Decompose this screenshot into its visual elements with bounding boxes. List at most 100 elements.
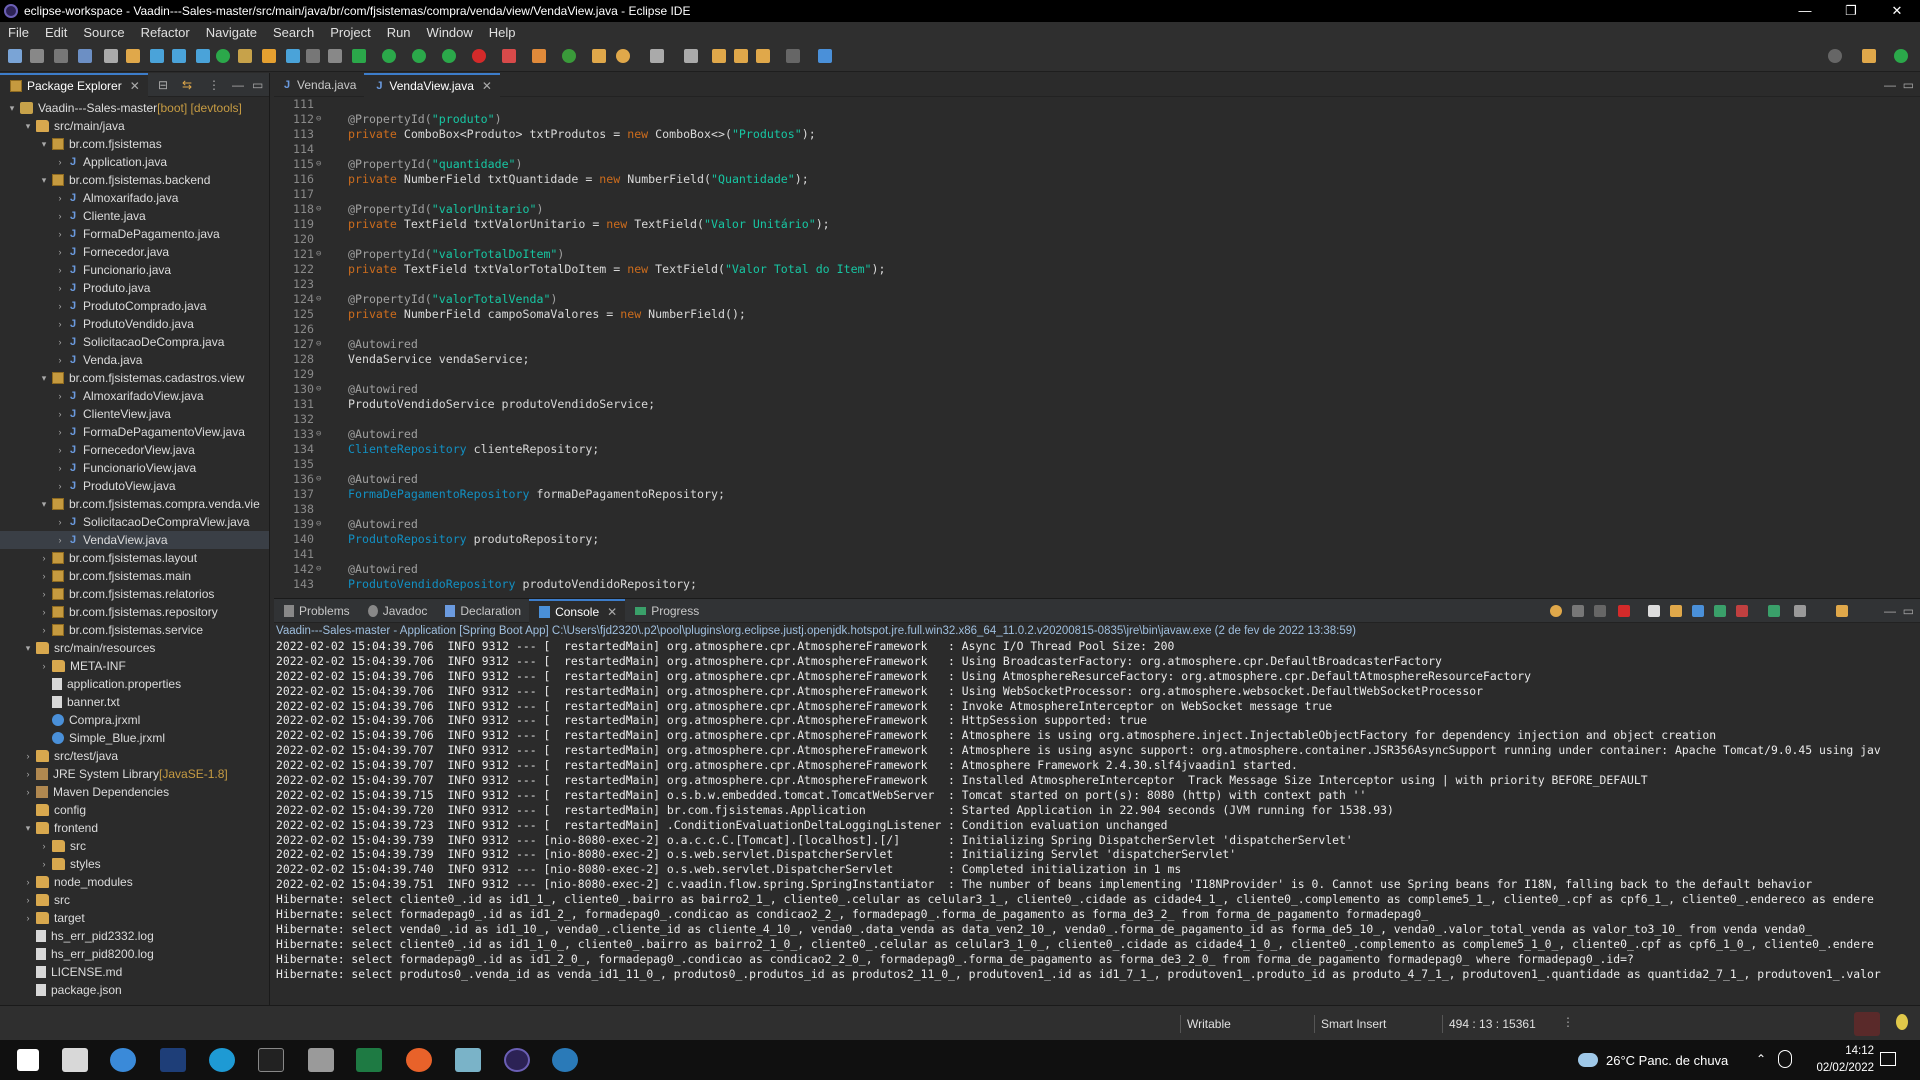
collapsed-icon[interactable]: › <box>54 405 66 423</box>
fold-toggle-icon[interactable]: ⊖ <box>316 472 326 487</box>
tree-item[interactable]: › src <box>0 837 269 855</box>
scroll-lock-icon[interactable] <box>1670 605 1682 617</box>
code-line[interactable]: 136 ⊖ @Autowired <box>274 472 1920 487</box>
collapsed-icon[interactable]: › <box>54 333 66 351</box>
tree-item[interactable]: ▾ br.com.fjsistemas.cadastros.view <box>0 369 269 387</box>
tree-item[interactable]: hs_err_pid8200.log <box>0 945 269 963</box>
collapsed-icon[interactable]: › <box>22 891 34 909</box>
code-line[interactable]: 114 <box>274 142 1920 157</box>
speaker-icon[interactable] <box>1778 1050 1792 1068</box>
close-icon[interactable]: ✕ <box>482 79 492 93</box>
file-explorer-icon[interactable] <box>62 1048 88 1072</box>
code-line[interactable]: 129 <box>274 367 1920 382</box>
tab-problems[interactable]: Problems <box>274 599 358 623</box>
view-menu-icon[interactable]: ⋮ <box>208 78 220 92</box>
collapsed-icon[interactable]: › <box>54 531 66 549</box>
close-button[interactable]: ✕ <box>1874 0 1920 22</box>
expanded-icon[interactable]: ▾ <box>38 135 50 153</box>
collapsed-icon[interactable]: › <box>54 459 66 477</box>
menu-file[interactable]: File <box>0 25 37 40</box>
show-whitespace-icon[interactable] <box>328 49 342 63</box>
menu-edit[interactable]: Edit <box>37 25 75 40</box>
refresh-icon[interactable] <box>1550 605 1562 617</box>
code-editor[interactable]: 111 112 ⊖ @PropertyId("produto") 113 private … <box>274 97 1920 597</box>
tree-item[interactable]: ▾ br.com.fjsistemas.backend <box>0 171 269 189</box>
collapsed-icon[interactable]: › <box>22 765 34 783</box>
collapsed-icon[interactable]: › <box>54 279 66 297</box>
tasks-icon[interactable] <box>238 49 252 63</box>
code-line[interactable]: 111 <box>274 97 1920 112</box>
fold-toggle-icon[interactable]: ⊖ <box>316 292 326 307</box>
collapsed-icon[interactable]: › <box>54 261 66 279</box>
collapsed-icon[interactable]: › <box>38 657 50 675</box>
edit-icon[interactable] <box>684 49 698 63</box>
firefox-icon[interactable] <box>406 1048 432 1072</box>
code-line[interactable]: 131 ProdutoVendidoService produtoVendidoS… <box>274 397 1920 412</box>
collapsed-icon[interactable]: › <box>38 837 50 855</box>
tree-item[interactable]: › J VendaView.java <box>0 531 269 549</box>
tree-item[interactable]: › J FormaDePagamento.java <box>0 225 269 243</box>
remove-all-icon[interactable] <box>1594 605 1606 617</box>
tree-item[interactable]: › J FornecedorView.java <box>0 441 269 459</box>
notification-icon[interactable] <box>1854 1012 1880 1036</box>
new-console-icon[interactable] <box>1836 605 1848 617</box>
tree-item[interactable]: › J FormaDePagamentoView.java <box>0 423 269 441</box>
tree-item[interactable]: ▾ br.com.fjsistemas <box>0 135 269 153</box>
prev-annotation-icon[interactable] <box>734 49 748 63</box>
tree-item[interactable]: › src <box>0 891 269 909</box>
collapse-all-icon[interactable]: ⊟ <box>158 78 168 92</box>
console-output[interactable]: 2022-02-02 15:04:39.706 INFO 9312 --- [ … <box>274 639 1920 981</box>
maximize-view-icon[interactable]: ▭ <box>1903 78 1914 92</box>
code-line[interactable]: 118 ⊖ @PropertyId("valorUnitario") <box>274 202 1920 217</box>
tree-item[interactable]: › JRE System Library [JavaSE-1.8] <box>0 765 269 783</box>
code-line[interactable]: 119 private TextField txtValorUnitario = … <box>274 217 1920 232</box>
new-icon[interactable] <box>8 49 22 63</box>
quick-access-search-icon[interactable] <box>1828 49 1842 63</box>
expanded-icon[interactable]: ▾ <box>22 819 34 837</box>
code-line[interactable]: 142 ⊖ @Autowired <box>274 562 1920 577</box>
collapsed-icon[interactable]: › <box>38 855 50 873</box>
collapsed-icon[interactable]: › <box>38 621 50 639</box>
menu-help[interactable]: Help <box>481 25 524 40</box>
start-icon[interactable] <box>17 1049 39 1071</box>
pin-editor-icon[interactable] <box>818 49 832 63</box>
menu-navigate[interactable]: Navigate <box>198 25 265 40</box>
close-icon[interactable]: ✕ <box>130 79 140 93</box>
expanded-icon[interactable]: ▾ <box>6 99 18 117</box>
tree-item[interactable]: › META-INF <box>0 657 269 675</box>
tree-item[interactable]: application.properties <box>0 675 269 693</box>
link-editor-icon[interactable]: ⇆ <box>182 78 192 92</box>
next-annotation-icon[interactable] <box>712 49 726 63</box>
tree-item[interactable]: › Maven Dependencies <box>0 783 269 801</box>
tree-item[interactable]: › br.com.fjsistemas.layout <box>0 549 269 567</box>
code-line[interactable]: 127 ⊖ @Autowired <box>274 337 1920 352</box>
fold-toggle-icon[interactable]: ⊖ <box>316 562 326 577</box>
tab-javadoc[interactable]: Javadoc <box>358 599 436 623</box>
expanded-icon[interactable]: ▾ <box>38 369 50 387</box>
coverage-icon[interactable] <box>412 49 426 63</box>
fold-toggle-icon[interactable]: ⊖ <box>316 247 326 262</box>
code-line[interactable]: 121 ⊖ @PropertyId("valorTotalDoItem") <box>274 247 1920 262</box>
code-line[interactable]: 137 FormaDePagamentoRepository formaDePag… <box>274 487 1920 502</box>
stop-icon[interactable] <box>472 49 486 63</box>
collapsed-icon[interactable]: › <box>38 585 50 603</box>
code-line[interactable]: 120 <box>274 232 1920 247</box>
tree-item[interactable]: › src/test/java <box>0 747 269 765</box>
collapsed-icon[interactable]: › <box>54 315 66 333</box>
maximize-button[interactable]: ❐ <box>1828 0 1874 22</box>
edge-icon[interactable] <box>209 1048 235 1072</box>
menu-project[interactable]: Project <box>322 25 378 40</box>
tree-item[interactable]: › br.com.fjsistemas.main <box>0 567 269 585</box>
tree-item[interactable]: › J Fornecedor.java <box>0 243 269 261</box>
block-selection-icon[interactable] <box>286 49 300 63</box>
search-icon[interactable] <box>616 49 630 63</box>
code-line[interactable]: 124 ⊖ @PropertyId("valorTotalVenda") <box>274 292 1920 307</box>
menu-source[interactable]: Source <box>75 25 132 40</box>
tree-item[interactable]: ▾ Vaadin---Sales-master [boot] [devtools] <box>0 99 269 117</box>
refresh-icon[interactable] <box>126 49 140 63</box>
tree-item[interactable]: › J Cliente.java <box>0 207 269 225</box>
annotation-icon[interactable] <box>650 49 664 63</box>
code-line[interactable]: 133 ⊖ @Autowired <box>274 427 1920 442</box>
collapsed-icon[interactable]: › <box>22 873 34 891</box>
collapsed-icon[interactable]: › <box>38 549 50 567</box>
